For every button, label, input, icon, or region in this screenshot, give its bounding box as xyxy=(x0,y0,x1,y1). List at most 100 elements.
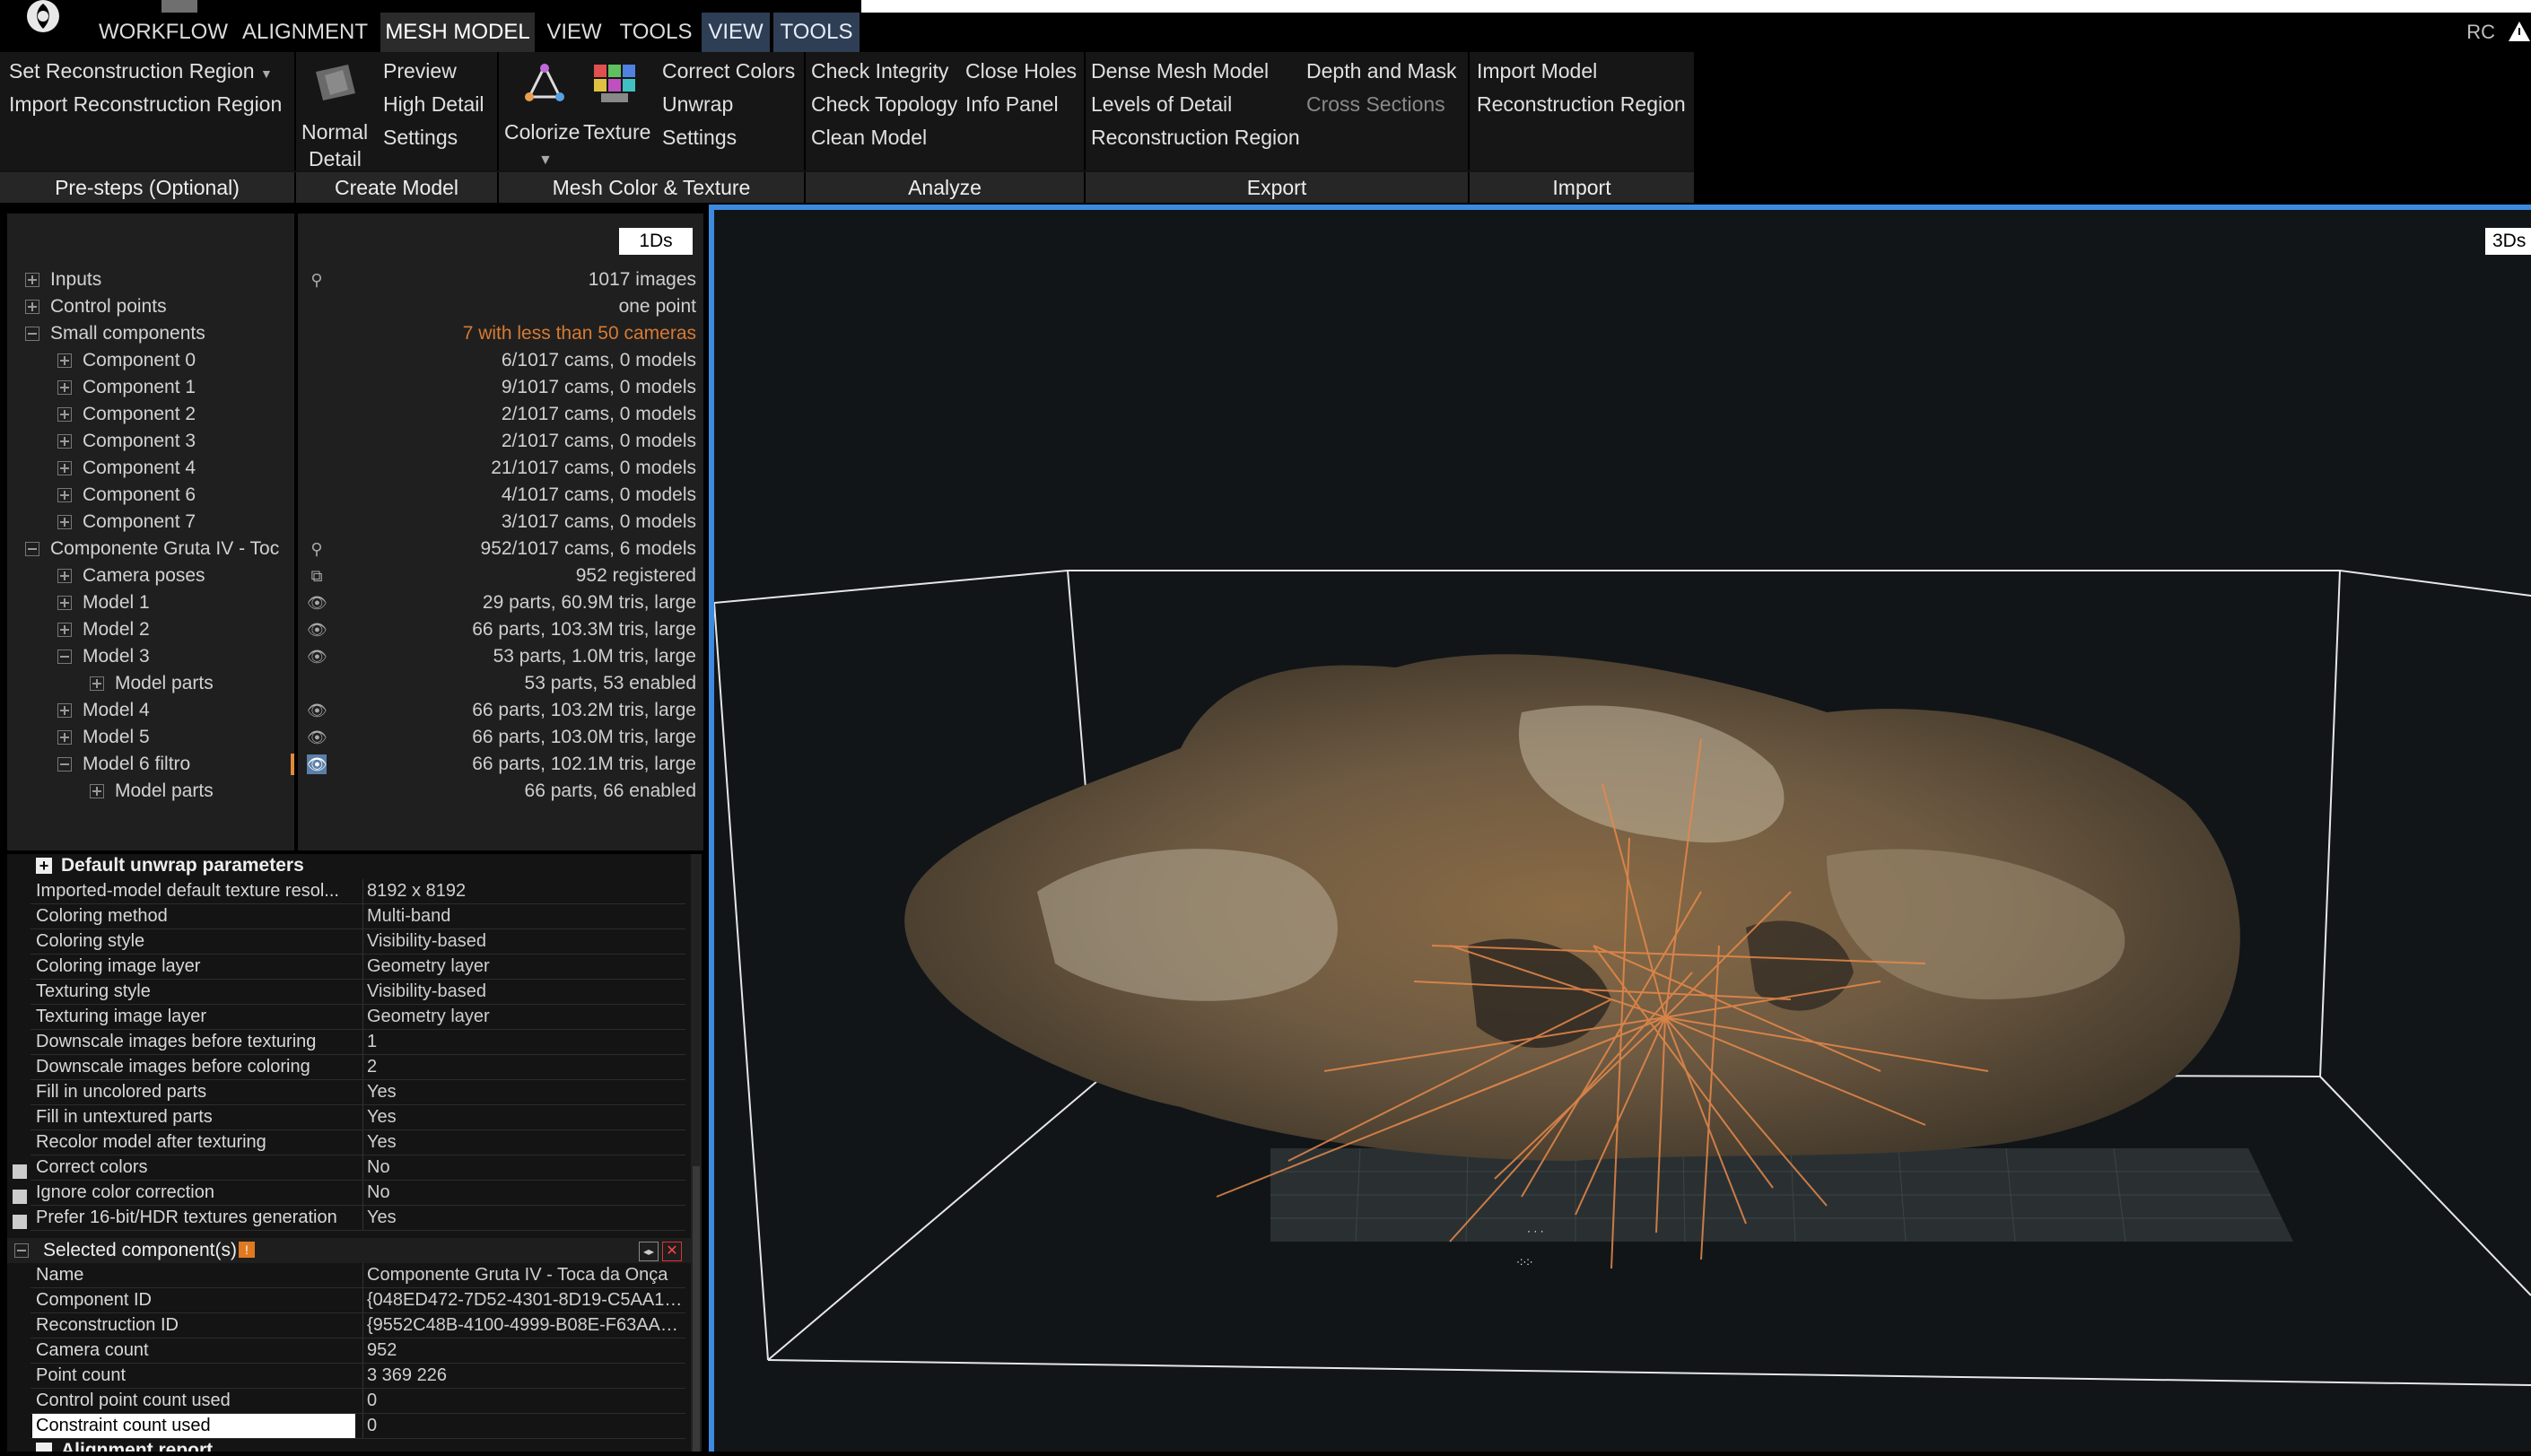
export-reconstruction-region-button[interactable]: Reconstruction Region xyxy=(1091,122,1300,153)
expand-icon[interactable] xyxy=(57,623,72,637)
close-holes-button[interactable]: Close Holes xyxy=(965,56,1077,86)
side-toggle-icon[interactable] xyxy=(13,1215,27,1229)
tree-item-small-components[interactable]: Small components xyxy=(50,320,205,347)
expand-icon[interactable]: + xyxy=(36,858,52,874)
prop-value[interactable]: 952 xyxy=(362,1338,686,1363)
expand-icon[interactable] xyxy=(57,488,72,502)
prop-row[interactable]: Downscale images before texturing 1 xyxy=(31,1030,685,1055)
selected-section-title[interactable]: Selected component(s) xyxy=(43,1239,237,1262)
menu-tools[interactable]: TOOLS xyxy=(614,13,698,52)
preview-button[interactable]: Preview xyxy=(383,56,457,86)
menu-mesh-model[interactable]: MESH MODEL xyxy=(380,13,535,52)
prop-row[interactable]: Coloring image layer Geometry layer xyxy=(31,955,685,980)
collapse-icon[interactable] xyxy=(14,1243,29,1258)
depth-and-mask-button[interactable]: Depth and Mask xyxy=(1306,56,1456,86)
eye-icon[interactable]: 👁 xyxy=(307,647,327,667)
prop-row[interactable]: Recolor model after texturing Yes xyxy=(31,1130,685,1155)
tree-item-model[interactable]: Model 4 xyxy=(83,697,150,724)
close-icon[interactable]: ✕ xyxy=(662,1242,682,1261)
texture-button[interactable]: Texture xyxy=(583,117,650,147)
colorize-button[interactable]: Colorize xyxy=(504,117,580,147)
expand-icon[interactable] xyxy=(36,1443,52,1452)
expand-icon[interactable] xyxy=(25,273,39,287)
tree-item-component[interactable]: Component 1 xyxy=(83,374,196,401)
eye-icon[interactable]: 👁 xyxy=(307,754,327,774)
menu-tools-context[interactable]: TOOLS xyxy=(773,13,860,52)
prop-value[interactable]: No xyxy=(362,1181,686,1205)
expand-icon[interactable] xyxy=(57,380,72,395)
import-model-button[interactable]: Import Model xyxy=(1477,56,1597,86)
menu-alignment[interactable]: ALIGNMENT xyxy=(237,13,373,52)
unwrap-button[interactable]: Unwrap xyxy=(662,89,733,119)
normal-button[interactable]: Normal xyxy=(301,117,368,147)
prop-value[interactable]: Geometry layer xyxy=(362,1005,686,1029)
layout-1ds-badge[interactable]: 1Ds xyxy=(619,228,693,255)
side-toggle-icon[interactable] xyxy=(13,1190,27,1204)
check-integrity-button[interactable]: Check Integrity xyxy=(811,56,948,86)
cross-sections-button[interactable]: Cross Sections xyxy=(1306,89,1445,119)
prop-row[interactable]: Prefer 16-bit/HDR textures generation Yes xyxy=(31,1206,685,1231)
expand-icon[interactable] xyxy=(90,784,104,798)
tree-item-camera-poses[interactable]: Camera poses xyxy=(83,562,205,589)
prop-row[interactable]: Point count 3 369 226 xyxy=(31,1364,685,1389)
tree-item-component[interactable]: Component 0 xyxy=(83,347,196,374)
texture-icon[interactable] xyxy=(592,63,639,104)
menu-view-context[interactable]: VIEW xyxy=(702,13,770,52)
expand-icon[interactable] xyxy=(57,407,72,422)
expand-icon[interactable] xyxy=(57,353,72,368)
prop-value[interactable]: Geometry layer xyxy=(362,955,686,979)
prop-row[interactable]: Coloring method Multi-band xyxy=(31,904,685,929)
eye-icon[interactable]: 👁 xyxy=(307,701,327,720)
normal-detail-icon[interactable] xyxy=(312,63,359,104)
tree-item-model[interactable]: Model 1 xyxy=(83,589,150,616)
collapse-icon[interactable] xyxy=(57,650,72,664)
expand-icon[interactable] xyxy=(57,730,72,745)
prop-value[interactable]: {048ED472-7D52-4301-8D19-C5AA10... xyxy=(362,1288,686,1312)
info-panel-button[interactable]: Info Panel xyxy=(965,89,1059,119)
expand-icon[interactable] xyxy=(57,596,72,610)
prop-value[interactable]: Yes xyxy=(362,1130,686,1155)
prop-row[interactable]: Fill in untextured parts Yes xyxy=(31,1105,685,1130)
eye-icon[interactable]: 👁 xyxy=(307,593,327,613)
3d-viewport[interactable]: · · · ·:·:· xyxy=(709,205,2531,1452)
prop-value[interactable]: 0 xyxy=(362,1389,686,1413)
correct-colors-button[interactable]: Correct Colors xyxy=(662,56,795,86)
prop-value[interactable]: 2 xyxy=(362,1055,686,1079)
tree-item-model[interactable]: Model 2 xyxy=(83,616,150,643)
tree-item-component[interactable]: Component 6 xyxy=(83,482,196,509)
prop-value[interactable]: Visibility-based xyxy=(362,980,686,1004)
app-logo-icon[interactable] xyxy=(0,0,81,50)
prop-row[interactable]: Reconstruction ID {9552C48B-4100-4999-B08… xyxy=(31,1313,686,1338)
tree-item-model-parts[interactable]: Model parts xyxy=(115,670,214,697)
tree-item-model[interactable]: Model 5 xyxy=(83,724,150,751)
unwrap-section-title[interactable]: Default unwrap parameters xyxy=(61,854,304,877)
tree-item-control-points[interactable]: Control points xyxy=(50,293,167,320)
tree-item-model[interactable]: Model 3 xyxy=(83,643,150,670)
eye-icon[interactable]: 👁 xyxy=(307,620,327,640)
import-reconstruction-region-button-2[interactable]: Reconstruction Region xyxy=(1477,89,1686,119)
prop-value[interactable]: Multi-band xyxy=(362,904,686,929)
prop-row[interactable]: Ignore color correction No xyxy=(31,1181,685,1206)
prop-value[interactable]: Componente Gruta IV - Toca da Onça xyxy=(362,1263,686,1287)
side-toggle-icon[interactable] xyxy=(13,1164,27,1179)
prop-value[interactable]: No xyxy=(362,1155,686,1180)
prop-row[interactable]: Fill in uncolored parts Yes xyxy=(31,1080,685,1105)
dense-mesh-model-button[interactable]: Dense Mesh Model xyxy=(1091,56,1269,86)
prop-row[interactable]: Imported-model default texture resol... 8… xyxy=(31,879,685,904)
expand-icon[interactable] xyxy=(57,703,72,718)
prop-value[interactable]: {9552C48B-4100-4999-B08E-F63AAC... xyxy=(362,1313,686,1338)
scrollbar-thumb[interactable] xyxy=(693,1166,700,1452)
detail-button[interactable]: Detail xyxy=(309,144,362,174)
expand-icon[interactable] xyxy=(25,300,39,314)
tree-item-inputs[interactable]: Inputs xyxy=(50,266,101,293)
prop-value[interactable]: Yes xyxy=(362,1105,686,1129)
prop-row-selected[interactable]: Constraint count used 0 xyxy=(31,1414,685,1439)
tree-item-component[interactable]: Component 7 xyxy=(83,509,196,536)
chevron-down-icon[interactable]: ▼ xyxy=(538,145,553,176)
prop-row[interactable]: Texturing style Visibility-based xyxy=(31,980,685,1005)
expand-icon[interactable] xyxy=(57,569,72,583)
prop-value[interactable]: Yes xyxy=(362,1080,686,1104)
prop-value[interactable]: 1 xyxy=(362,1030,686,1054)
tree-item-main-component[interactable]: Componente Gruta IV - Toc xyxy=(50,536,294,562)
expand-icon[interactable] xyxy=(90,676,104,691)
